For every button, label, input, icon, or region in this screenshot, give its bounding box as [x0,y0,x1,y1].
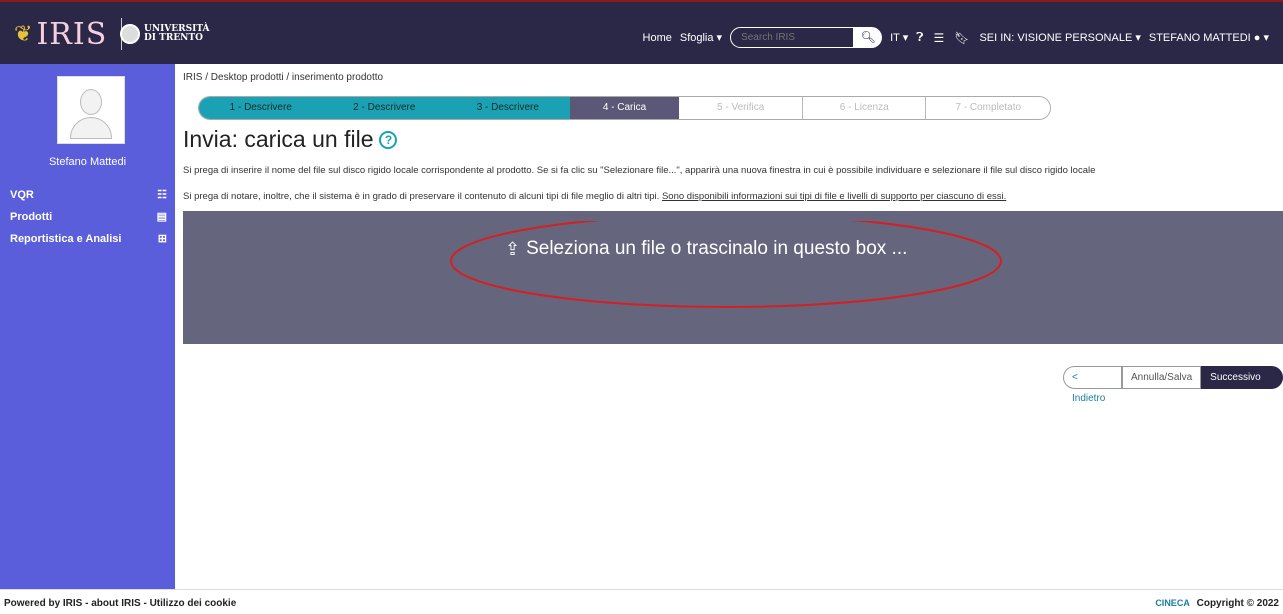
avatar-body [70,117,112,139]
sidebar-username: Stefano Mattedi [48,156,127,168]
step-3[interactable]: 3 - Descrivere [446,97,570,119]
avatar [57,76,125,144]
avatar-head [80,89,102,115]
user-name: STEFANO MATTEDI [1148,32,1251,44]
cancel-save-button[interactable]: Annulla/Salva [1122,366,1202,389]
sidebar-item-reportistica[interactable]: Reportistica e Analisi ⊞ [0,229,175,249]
file-types-link[interactable]: Sono disponibili informazioni sui tipi d… [662,191,1006,202]
university-seal-icon [120,24,140,44]
university-logo[interactable]: UNIVERSITÀ DI TRENTO [120,24,210,44]
tasks-icon[interactable]: ☰ [933,31,944,45]
step-1[interactable]: 1 - Descrivere [199,97,323,119]
search-input[interactable] [730,27,855,48]
help-circle-icon[interactable]: ? [379,130,398,149]
search-box: 🔍︎ [730,27,883,48]
list-icon: ☷ [157,189,167,201]
nav-sfoglia[interactable]: Sfoglia ▾ [680,31,722,44]
notice-paragraph: Si prega di notare, inoltre, che il sist… [183,191,1006,202]
view-select[interactable]: SEI IN: VISIONE PERSONALE ▾ [979,31,1140,44]
step-6: 6 - Licenza [802,97,927,119]
language-label: IT [890,32,900,44]
top-navbar: ❦ IRIS UNIVERSITÀ DI TRENTO Home Sfoglia… [0,0,1283,64]
cineca-logo[interactable]: CINECA [1155,598,1190,608]
copyright-text: Copyright © 2022 [1196,598,1279,609]
search-icon: 🔍︎ [860,30,876,44]
help-icon[interactable]: ❓︎ [916,30,923,45]
annotation-ellipse [450,221,1002,308]
user-menu[interactable]: STEFANO MATTEDI ● ▾ [1149,31,1269,44]
bookmark-icon[interactable]: 🔖︎ [954,31,969,45]
sidebar: Stefano Mattedi VQR ☷ Prodotti ▤ Reporti… [0,64,175,589]
notice-text: Si prega di notare, inoltre, che il sist… [183,191,662,202]
view-label: SEI IN: VISIONE PERSONALE [979,32,1133,44]
search-button[interactable]: 🔍︎ [854,27,883,48]
step-2[interactable]: 2 - Descrivere [322,97,447,119]
university-line2: DI TRENTO [144,33,203,43]
footer-links[interactable]: Powered by IRIS - about IRIS - Utilizzo … [4,598,236,609]
step-4[interactable]: 4 - Carica [569,97,680,119]
nav-home[interactable]: Home [643,32,672,44]
sidebar-item-prodotti[interactable]: Prodotti ▤ [0,207,175,227]
grid-icon: ⊞ [157,233,167,245]
sidebar-item-vqr[interactable]: VQR ☷ [0,185,175,205]
next-button[interactable]: Successivo > [1201,366,1283,404]
logo-text: IRIS [36,16,108,52]
footer-copyright: CINECA Copyright © 2022 [1155,598,1279,609]
instructions-paragraph: Si prega di inserire il nome del file su… [183,165,1096,176]
footer: Powered by IRIS - about IRIS - Utilizzo … [0,589,1283,614]
progress-steps: 1 - Descrivere 2 - Descrivere 3 - Descri… [198,96,1051,120]
language-select[interactable]: IT ▾ [890,31,908,44]
nav-sfoglia-label: Sfoglia [679,32,714,44]
iris-logo[interactable]: ❦ IRIS [14,14,123,54]
breadcrumb[interactable]: IRIS / Desktop prodotti / inserimento pr… [183,72,383,83]
back-button[interactable]: < Indietro [1063,366,1123,404]
folder-icon: ▤ [156,211,167,223]
top-nav: Home Sfoglia ▾ 🔍︎ IT ▾ ❓︎ ☰ 🔖︎ SEI IN: V… [643,27,1277,48]
sidebar-item-label: Prodotti [10,211,53,223]
wheat-icon: ❦ [14,21,33,46]
sidebar-item-label: Reportistica e Analisi [10,233,122,245]
sidebar-item-label: VQR [10,189,34,201]
step-7: 7 - Completato [926,97,1050,119]
page-title-text: Invia: carica un file [183,126,374,152]
page-title: Invia: carica un file ? [183,126,398,153]
wizard-buttons: < Indietro Annulla/Salva Successivo > [1063,366,1283,404]
step-5: 5 - Verifica [679,97,803,119]
